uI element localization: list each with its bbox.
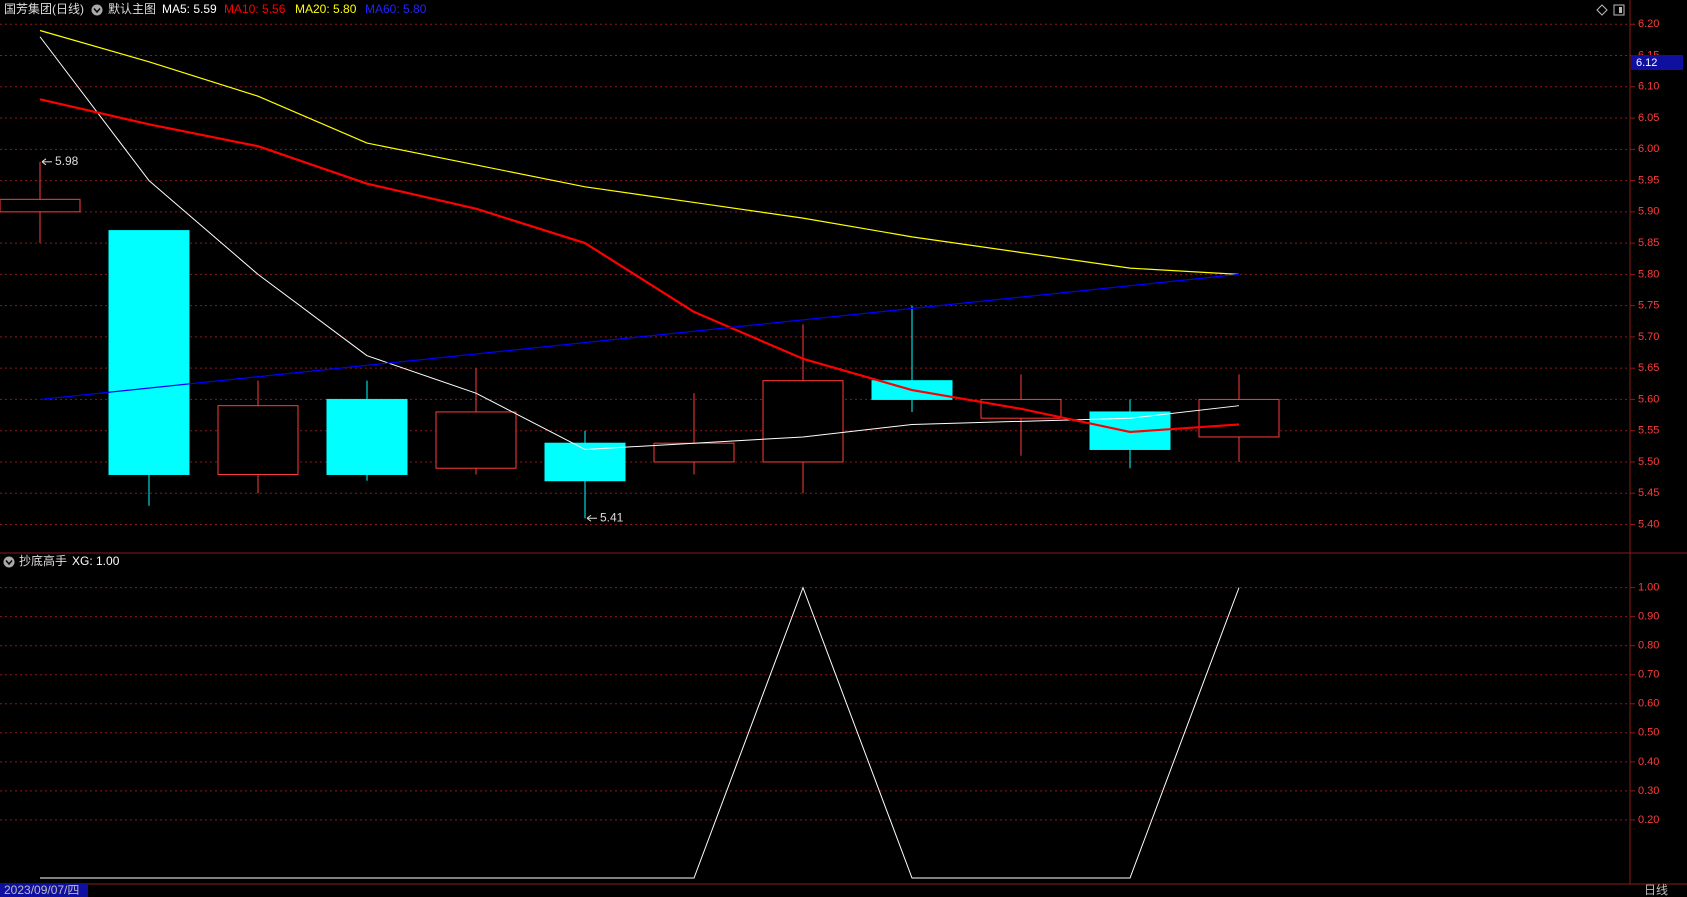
period-label: 日线: [1644, 883, 1668, 897]
current-price-label: 6.12: [1636, 57, 1657, 69]
ma20-label: MA20: 5.80: [295, 2, 357, 16]
candle-body: [108, 230, 190, 475]
indicator-tick-label: 0.30: [1638, 785, 1659, 797]
ma10-label: MA10: 5.56: [224, 2, 286, 16]
price-tick-label: 5.60: [1638, 393, 1659, 405]
price-tick-label: 6.20: [1638, 18, 1659, 30]
candle-body: [544, 442, 626, 482]
candle-body: [762, 380, 844, 463]
chevron-down-icon[interactable]: [91, 4, 103, 16]
candle-body: [0, 198, 81, 213]
candle-body: [217, 405, 299, 475]
price-tick-label: 5.55: [1638, 425, 1659, 437]
candle-body: [326, 398, 408, 475]
price-tick-label: 5.85: [1638, 237, 1659, 249]
main-chart-label: 默认主图: [108, 1, 156, 16]
ma60-label: MA60: 5.80: [365, 2, 427, 16]
indicator-tick-label: 0.90: [1638, 611, 1659, 623]
annotation-label: 5.98: [55, 154, 79, 168]
indicator-name: 抄底高手: [19, 553, 67, 568]
price-tick-label: 5.90: [1638, 206, 1659, 218]
xg-value-label: XG: 1.00: [72, 554, 120, 568]
security-title: 国芳集团(日线): [4, 1, 84, 16]
indicator-tick-label: 0.70: [1638, 669, 1659, 681]
price-tick-label: 5.40: [1638, 518, 1659, 530]
main-collapse-toggle[interactable]: [91, 4, 103, 16]
price-tick-label: 6.10: [1638, 81, 1659, 93]
indicator-tick-label: 0.60: [1638, 698, 1659, 710]
price-tick-label: 5.95: [1638, 174, 1659, 186]
indicator-tick-label: 0.80: [1638, 640, 1659, 652]
ma5-label: MA5: 5.59: [162, 2, 217, 16]
price-tick-label: 6.00: [1638, 143, 1659, 155]
indicator-header: 抄底高手 XG: 1.00: [3, 553, 120, 568]
indicator-tick-label: 1.00: [1638, 582, 1659, 594]
indicator-tick-label: 0.50: [1638, 727, 1659, 739]
candle-body: [1198, 398, 1280, 438]
annotation-label: 5.41: [600, 510, 624, 524]
indicator-tick-label: 0.20: [1638, 814, 1659, 826]
price-tick-label: 5.50: [1638, 456, 1659, 468]
price-tick-label: 5.75: [1638, 300, 1659, 312]
price-tick-label: 5.80: [1638, 268, 1659, 280]
date-label: 2023/09/07/四: [4, 883, 79, 897]
price-tick-label: 5.70: [1638, 331, 1659, 343]
price-tick-label: 5.45: [1638, 487, 1659, 499]
price-tick-label: 6.05: [1638, 112, 1659, 124]
chevron-down-icon[interactable]: [3, 556, 15, 568]
candle-down: [108, 230, 190, 506]
indicator-collapse-toggle[interactable]: [3, 556, 15, 568]
chart-stage: 5.985.41 6.206.156.106.056.005.955.905.8…: [0, 0, 1687, 897]
candle-body: [653, 442, 735, 463]
indicator-tick-label: 0.40: [1638, 756, 1659, 768]
candle-body: [435, 411, 517, 469]
price-tick-label: 5.65: [1638, 362, 1659, 374]
